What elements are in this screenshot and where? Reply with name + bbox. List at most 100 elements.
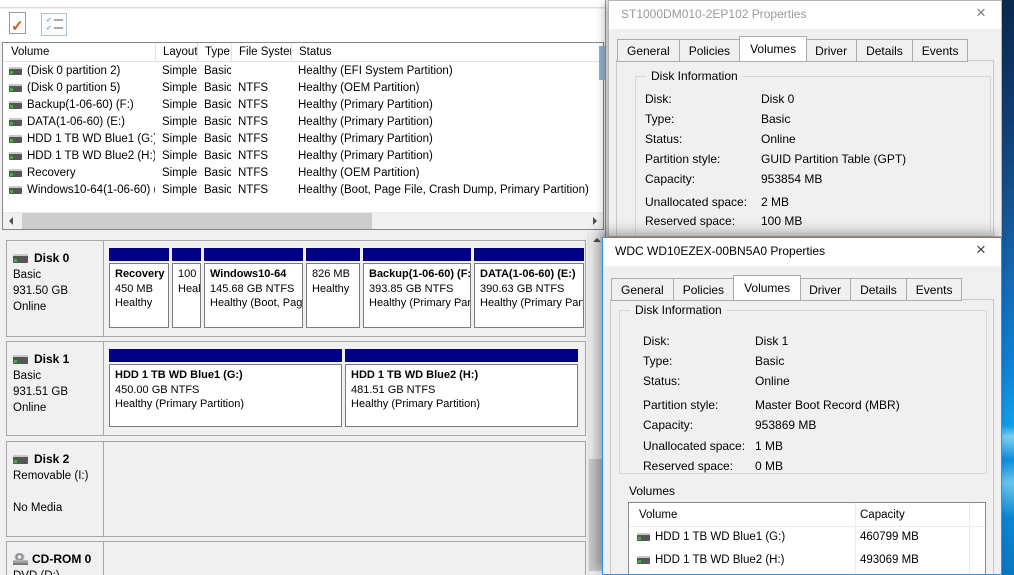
drive-icon (9, 169, 22, 177)
disk-status: Online (13, 402, 47, 414)
cell-volume: Windows10-64(1-06-60) (C:) (3, 182, 155, 199)
cell-status: Healthy (EFI System Partition) (298, 65, 453, 77)
screen: ✓ ✓ ✓ Volume Layout Type File System Sta… (0, 0, 1014, 575)
drive-icon (637, 533, 650, 541)
volume-list-panel: Volume Layout Type File System Status (D… (2, 42, 604, 230)
cell-status: Healthy (OEM Partition) (298, 167, 420, 179)
partition-oem[interactable]: 826 MB Healthy (306, 248, 360, 328)
col-header-layout[interactable]: Layout (155, 43, 197, 61)
disk-size: 931.51 GB (13, 386, 68, 398)
horizontal-scrollbar[interactable] (3, 212, 603, 229)
disk-row-disk2: Disk 2 Removable (I:) No Media (6, 441, 586, 537)
table-row[interactable]: Recovery Simple Basic NTFS Healthy (OEM … (3, 165, 603, 182)
dialog-titlebar[interactable]: WDC WD10EZEX-00BN5A0 Properties × (603, 238, 1001, 266)
col-header-filesystem[interactable]: File System (231, 43, 291, 61)
cdrom-icon (13, 553, 28, 565)
cdrom0-label[interactable]: CD-ROM 0 DVD (D:) (7, 542, 104, 575)
drive-icon (9, 186, 22, 194)
properties-check-icon[interactable]: ✓ (9, 12, 26, 35)
dialog-title: WDC WD10EZEX-00BN5A0 Properties (615, 244, 826, 258)
partition-color-bar (363, 248, 471, 261)
field-type: Type: Basic (645, 112, 791, 126)
close-icon[interactable]: × (969, 239, 993, 261)
table-row[interactable]: DATA(1-06-60) (E:) Simple Basic NTFS Hea… (3, 114, 603, 131)
tab-general[interactable]: General (617, 39, 680, 62)
tab-volumes[interactable]: Volumes (739, 36, 808, 62)
disk-graphical-view: Disk 0 Basic 931.50 GB Online Recovery 45… (2, 231, 604, 575)
partition-color-bar (109, 349, 342, 362)
disk-size: 931.50 GB (13, 285, 68, 297)
cell-status: Healthy (Primary Partition) (298, 99, 433, 111)
cell-fs: NTFS (238, 82, 269, 94)
tab-policies[interactable]: Policies (679, 39, 741, 62)
tab-policies[interactable]: Policies (673, 278, 735, 301)
col-header-status[interactable]: Status (291, 43, 603, 61)
cell-volume: (Disk 0 partition 2) (3, 63, 155, 80)
partition-hdd-blue1[interactable]: HDD 1 TB WD Blue1 (G:) 450.00 GB NTFS Heal… (109, 349, 342, 427)
drive-icon (9, 101, 22, 109)
tab-driver[interactable]: Driver (800, 278, 852, 301)
table-row[interactable]: HDD 1 TB WD Blue1 (G:) 460799 MB (629, 527, 985, 550)
table-row[interactable]: HDD 1 TB WD Blue2 (H:) Simple Basic NTFS… (3, 148, 603, 165)
cell-fs: NTFS (238, 116, 269, 128)
close-icon[interactable]: × (969, 2, 993, 24)
view-list-icon[interactable]: ✓ ✓ (41, 13, 67, 36)
list-check-row: ✓ (46, 17, 63, 24)
partition-recovery[interactable]: Recovery 450 MB Healthy (109, 248, 169, 328)
partition-efi[interactable]: 100 MBHealthy (172, 248, 201, 328)
cell-volume: HDD 1 TB WD Blue2 (H:) (3, 148, 155, 165)
table-row[interactable]: (Disk 0 partition 5) Simple Basic NTFS H… (3, 80, 603, 97)
volumes-section-label: Volumes (629, 484, 676, 498)
partition-strip-empty[interactable] (104, 542, 585, 575)
disk-status: Online (13, 301, 47, 313)
cell-layout: Simple (162, 82, 197, 94)
tab-events[interactable]: Events (912, 39, 969, 62)
disk2-label[interactable]: Disk 2 Removable (I:) No Media (7, 442, 104, 536)
tab-driver[interactable]: Driver (806, 39, 858, 62)
tab-volumes[interactable]: Volumes (733, 275, 802, 301)
drive-icon (9, 135, 22, 143)
field-status: Status: Online (645, 132, 796, 146)
cell-type: Basic (204, 65, 231, 77)
col-header-volume[interactable]: Volume (639, 509, 677, 521)
table-row[interactable]: HDD 1 TB WD Blue1 (G:) Simple Basic NTFS… (3, 131, 603, 148)
scrollbar-thumb[interactable] (22, 213, 372, 229)
drive-icon (9, 152, 22, 160)
tab-events[interactable]: Events (906, 278, 963, 301)
scroll-left-button[interactable] (4, 213, 21, 229)
disk1-label[interactable]: Disk 1 Basic 931.51 GB Online (7, 342, 104, 435)
partition-strip-empty[interactable] (104, 442, 585, 536)
cell-status: Healthy (Primary Partition) (298, 133, 433, 145)
field-reserved: Reserved space: 0 MB (643, 459, 784, 473)
volumes-table: Volume Capacity HDD 1 TB WD Blue1 (G:) 4… (628, 502, 986, 574)
col-header-volume[interactable]: Volume (3, 43, 155, 61)
tab-general[interactable]: General (611, 278, 674, 301)
list-scrollbar-sliver[interactable] (599, 46, 605, 80)
field-type: Type: Basic (643, 354, 785, 368)
partition-windows[interactable]: Windows10-64 145.68 GB NTFS Healthy (Boot,… (204, 248, 303, 328)
cell-status: Healthy (OEM Partition) (298, 82, 420, 94)
partition-backup[interactable]: Backup(1-06-60) (F:) 393.85 GB NTFS Health… (363, 248, 471, 328)
tab-details[interactable]: Details (857, 39, 913, 62)
partition-data[interactable]: DATA(1-06-60) (E:) 390.63 GB NTFS Healthy … (474, 248, 584, 328)
disk0-label[interactable]: Disk 0 Basic 931.50 GB Online (7, 241, 104, 336)
table-row[interactable]: Backup(1-06-60) (F:) Simple Basic NTFS H… (3, 97, 603, 114)
cell-type: Basic (204, 184, 231, 196)
cell-fs: NTFS (238, 167, 269, 179)
field-status: Status: Online (643, 374, 790, 388)
col-header-capacity[interactable]: Capacity (860, 509, 905, 521)
group-title: Disk Information (630, 303, 727, 317)
dialog-titlebar[interactable]: ST1000DM010-2EP102 Properties × (609, 1, 1001, 29)
cell-volume: Recovery (3, 165, 155, 182)
table-row[interactable]: (Disk 0 partition 2) Simple Basic Health… (3, 63, 603, 80)
table-row[interactable]: Windows10-64(1-06-60) (C:) Simple Basic … (3, 182, 603, 199)
col-header-type[interactable]: Type (197, 43, 231, 61)
disk-type: Removable (I:) (13, 470, 89, 482)
tab-strip: General Policies Volumes Driver Details Event… (617, 36, 969, 62)
table-row[interactable]: HDD 1 TB WD Blue2 (H:) 493069 MB (629, 550, 985, 573)
group-title: Disk Information (646, 69, 743, 83)
partition-hdd-blue2[interactable]: HDD 1 TB WD Blue2 (H:) 481.51 GB NTFS Heal… (345, 349, 578, 427)
partition-color-bar (172, 248, 201, 261)
tab-details[interactable]: Details (851, 278, 907, 301)
scroll-right-button[interactable] (585, 213, 602, 229)
